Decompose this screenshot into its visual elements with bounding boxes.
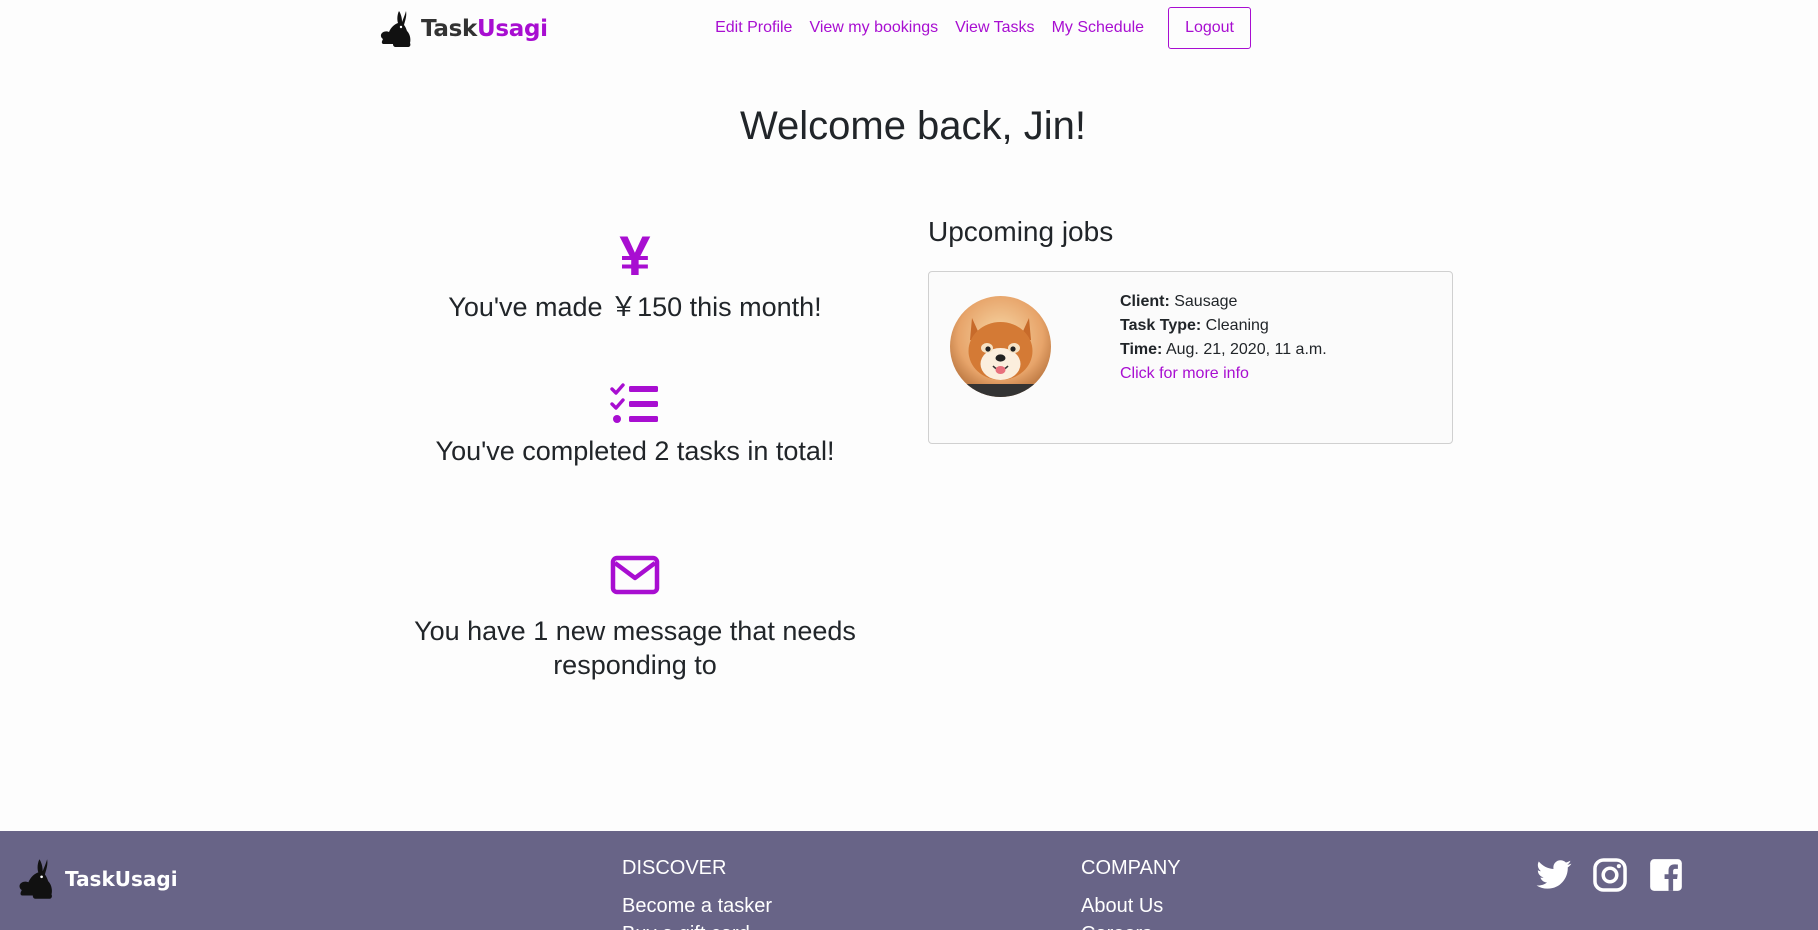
nav-edit-profile[interactable]: Edit Profile xyxy=(715,19,792,37)
brand-name: TaskUsagi xyxy=(421,16,548,42)
job-card[interactable]: Client: Sausage Task Type: Cleaning Time… xyxy=(928,271,1453,444)
footer: TaskUsagi DISCOVER Become a tasker Buy a… xyxy=(0,831,1818,930)
footer-discover-title: DISCOVER xyxy=(622,857,727,879)
footer-brand[interactable]: TaskUsagi xyxy=(15,857,178,901)
job-client: Client: Sausage xyxy=(1120,293,1238,310)
footer-link-become-tasker[interactable]: Become a tasker xyxy=(622,892,772,920)
messages-stat: You have 1 new message that needs respon… xyxy=(385,555,885,682)
earnings-stat: ¥ You've made ￥150 this month! xyxy=(385,228,885,324)
footer-link-careers[interactable]: Careers xyxy=(1081,920,1181,930)
nav-links: Edit Profile View my bookings View Tasks… xyxy=(698,7,1251,49)
rabbit-logo-icon xyxy=(377,9,413,49)
tasks-stat: You've completed 2 tasks in total! xyxy=(385,383,885,468)
job-task-type: Task Type: Cleaning xyxy=(1120,317,1269,334)
brand-name-usagi: Usagi xyxy=(477,16,548,42)
task-list-icon xyxy=(385,383,885,425)
brand-logo-link[interactable]: TaskUsagi xyxy=(377,9,548,49)
rabbit-logo-icon xyxy=(15,857,55,901)
footer-discover: DISCOVER Become a tasker Buy a gift card xyxy=(622,857,772,930)
social-links xyxy=(1535,856,1685,894)
envelope-icon xyxy=(385,555,885,595)
facebook-icon[interactable] xyxy=(1647,856,1685,894)
upcoming-jobs-title: Upcoming jobs xyxy=(928,216,1114,247)
nav-my-schedule[interactable]: My Schedule xyxy=(1052,19,1145,37)
footer-link-gift-card[interactable]: Buy a gift card xyxy=(622,920,772,930)
footer-company-title: COMPANY xyxy=(1081,857,1181,879)
page-title: Welcome back, Jin! xyxy=(739,104,1087,148)
logout-button[interactable]: Logout xyxy=(1168,7,1251,49)
messages-text: You have 1 new message that needs respon… xyxy=(414,616,856,680)
client-avatar xyxy=(950,296,1051,397)
nav-view-bookings[interactable]: View my bookings xyxy=(809,19,938,37)
tasks-text: You've completed 2 tasks in total! xyxy=(435,436,835,466)
navbar: TaskUsagi Edit Profile View my bookings … xyxy=(0,0,1818,56)
footer-link-about-us[interactable]: About Us xyxy=(1081,892,1181,920)
job-time: Time: Aug. 21, 2020, 11 a.m. xyxy=(1120,341,1327,358)
twitter-icon[interactable] xyxy=(1535,856,1573,894)
footer-brand-name: TaskUsagi xyxy=(65,867,178,891)
instagram-icon[interactable] xyxy=(1591,856,1629,894)
more-info-link[interactable]: Click for more info xyxy=(1120,365,1249,382)
nav-view-tasks[interactable]: View Tasks xyxy=(955,19,1034,37)
yen-icon: ¥ xyxy=(619,224,651,287)
job-info: Client: Sausage Task Type: Cleaning Time… xyxy=(1120,290,1327,386)
footer-company: COMPANY About Us Careers xyxy=(1081,857,1181,930)
brand-name-task: Task xyxy=(421,16,478,42)
earnings-text: You've made ￥150 this month! xyxy=(448,292,822,322)
